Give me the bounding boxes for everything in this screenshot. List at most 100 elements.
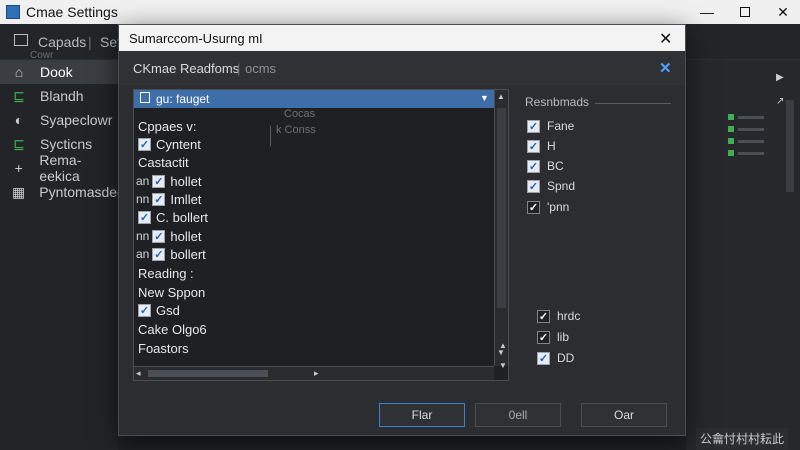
toolbar-tab-capads[interactable]: Capads — [38, 34, 86, 50]
chevron-right-icon[interactable]: ▶ — [776, 72, 784, 83]
chevron-down-icon: ▼ — [480, 93, 489, 103]
option-label: Fane — [547, 119, 575, 133]
option-spnd[interactable]: ✓ Spnd — [527, 177, 575, 195]
list-header-dropdown[interactable]: gu: fauget ▼ — [134, 90, 494, 108]
option-hrdc[interactable]: ✓ hrdc — [537, 307, 580, 325]
maximize-icon — [740, 7, 750, 17]
list-item[interactable]: an ✓ hollet — [136, 172, 201, 190]
option-bc[interactable]: ✓ BC — [527, 157, 564, 175]
dialog-subheading: ocms — [245, 61, 277, 76]
right-panel-scrollbar[interactable] — [786, 100, 794, 192]
scroll-right-icon[interactable]: ▸ — [314, 368, 319, 379]
scroll-thumb[interactable] — [148, 370, 268, 377]
sidebar-item-dook[interactable]: ⌂ Dook — [0, 60, 118, 84]
option-label: hrdc — [557, 309, 581, 323]
option-lib[interactable]: ✓ lib — [537, 328, 569, 346]
branch-icon: ⊑ — [13, 87, 25, 104]
status-dot-icon — [728, 138, 734, 144]
checkbox[interactable]: ✓ — [152, 229, 166, 243]
app-icon — [6, 5, 20, 19]
window-titlebar: Cmae Settings — ✕ — [0, 0, 800, 24]
sidebar-item-pyntomasdeer[interactable]: ▦ Pyntomasdeer — [0, 180, 130, 204]
scroll-up-icon[interactable]: ▲ — [497, 92, 505, 101]
ghost-label: Cocas — [284, 108, 316, 120]
mini-row — [738, 152, 764, 155]
option-h[interactable]: ✓ H — [527, 137, 556, 155]
panel-icon — [14, 34, 28, 46]
option-dd[interactable]: ✓ DD — [537, 349, 574, 367]
option-label: Spnd — [547, 179, 576, 193]
minimize-button[interactable]: — — [688, 0, 726, 24]
checkbox[interactable]: ✓ — [138, 210, 151, 224]
scroll-down-icon[interactable]: ▼ — [499, 361, 507, 370]
dialog-close-button[interactable]: ✕ — [659, 29, 672, 49]
plus-icon: + — [14, 160, 23, 176]
mini-row — [738, 116, 764, 119]
secondary-scroller[interactable]: ▲ ▼ — [499, 341, 511, 381]
row-prefix: nn — [136, 192, 150, 206]
list-item-label: C. bollert — [156, 209, 209, 225]
sidebar-item-rema-eekica[interactable]: + Rema-eekica — [0, 152, 118, 184]
apply-button[interactable]: Oar — [581, 403, 667, 427]
list-item[interactable]: ✓ Cyntent — [138, 135, 201, 153]
list-item[interactable]: nn ✓ Imllet — [136, 190, 201, 208]
ghost-label: k Conss — [276, 124, 316, 136]
checkbox[interactable]: ✓ — [527, 139, 540, 153]
header-close-icon[interactable]: ✕ — [659, 59, 672, 77]
list-vertical-scrollbar[interactable]: ▲ ▼ — [494, 90, 508, 366]
option-pnn[interactable]: ✓ 'pnn — [527, 198, 569, 216]
checkbox[interactable]: ✓ — [527, 119, 540, 133]
window-title: Cmae Settings — [26, 4, 118, 20]
checkbox[interactable]: ✓ — [537, 351, 550, 365]
sidebar-item-syapeclowr[interactable]: ◐ Syapeclowr — [0, 108, 118, 132]
checkbox[interactable]: ✓ — [527, 200, 540, 214]
checkbox[interactable]: ✓ — [527, 179, 540, 193]
row-prefix: nn — [136, 229, 150, 243]
group-divider — [595, 103, 671, 104]
option-label: 'pnn — [547, 200, 570, 214]
status-text: 公龠忖村村耘此 — [696, 428, 789, 449]
sidebar-item-label: Blandh — [40, 88, 84, 104]
window-close-button[interactable]: ✕ — [764, 0, 800, 24]
list-item-label: Reading : — [138, 265, 194, 281]
option-label: H — [547, 139, 556, 153]
dialog-titlebar: Sumarccom-Usurng mI ✕ — [119, 25, 685, 51]
settings-dialog: Sumarccom-Usurng mI ✕ CKmae Readfoms | o… — [118, 24, 686, 436]
list-horizontal-scrollbar[interactable]: ◂ ▸ — [134, 366, 494, 380]
checkbox[interactable]: ✓ — [152, 247, 166, 261]
sidebar-item-label: Dook — [40, 64, 73, 80]
checkbox[interactable]: ✓ — [537, 309, 550, 323]
list-item-label: hollet — [170, 228, 202, 244]
checkbox[interactable]: ✓ — [152, 174, 166, 188]
checkbox[interactable]: ✓ — [152, 192, 166, 206]
status-dot-icon — [728, 114, 734, 120]
expand-icon[interactable]: ↗ — [776, 96, 784, 107]
toolbar-separator: | — [88, 34, 92, 50]
sidebar-item-label: Pyntomasdeer — [39, 184, 130, 200]
maximize-button[interactable] — [726, 0, 764, 24]
list-item: Reading : — [138, 264, 194, 282]
list-item[interactable]: ✓ C. bollert — [138, 208, 208, 226]
checkbox[interactable]: ✓ — [138, 303, 151, 317]
sidebar-item-label: Syapeclowr — [40, 112, 113, 128]
scroll-left-icon[interactable]: ◂ — [136, 368, 141, 379]
list-item[interactable]: ✓ Gsd — [138, 301, 180, 319]
dialog-heading: CKmae Readfoms — [133, 61, 240, 76]
checkbox[interactable]: ✓ — [138, 137, 151, 151]
checkbox[interactable]: ✓ — [527, 159, 540, 173]
option-label: DD — [557, 351, 575, 365]
list-item[interactable]: an ✓ bollert — [136, 245, 206, 263]
ok-button[interactable]: Flar — [379, 403, 465, 427]
options-listbox[interactable]: gu: fauget ▼ Cocas k Conss Cppaes v: ✓ Cy… — [133, 89, 509, 381]
scroll-thumb[interactable] — [497, 108, 506, 308]
option-label: lib — [557, 330, 570, 344]
list-item[interactable]: nn ✓ hollet — [136, 227, 201, 245]
scroll-up-icon[interactable]: ▲ — [499, 341, 507, 350]
option-fane[interactable]: ✓ Fane — [527, 117, 574, 135]
sidebar-item-blandh[interactable]: ⊑ Blandh — [0, 84, 118, 108]
checkbox[interactable]: ✓ — [537, 330, 550, 344]
home-icon: ⌂ — [14, 64, 24, 80]
header-separator: | — [237, 61, 241, 76]
cancel-button[interactable]: 0ell — [475, 403, 561, 427]
dialog-header: CKmae Readfoms | ocms ✕ — [119, 51, 685, 85]
